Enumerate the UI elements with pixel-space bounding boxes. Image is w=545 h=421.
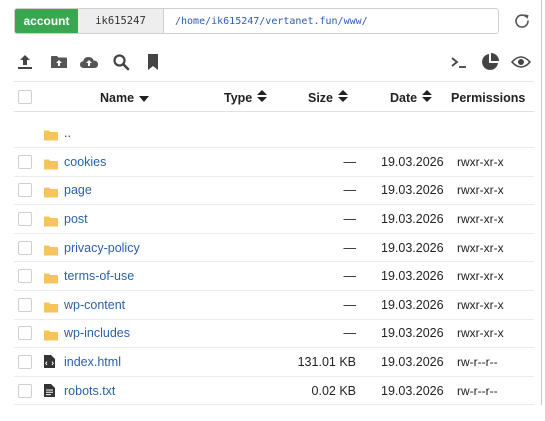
sort-by-size[interactable]: Size [308,82,349,113]
row-checkbox[interactable] [18,183,32,198]
header-permissions-label: Permissions [451,90,526,105]
search-icon[interactable] [111,52,131,72]
table-row[interactable]: post — 19.03.2026 rwxr-xr-x [14,205,534,234]
file-size: — [343,326,357,341]
upload-icon[interactable] [15,52,35,72]
folder-icon [44,271,58,289]
file-name-link[interactable]: terms-of-use [64,269,134,283]
file-permissions: rw-r--r-- [457,354,498,369]
table-header: Name Type Size Date Permissions [14,81,534,112]
header-permissions[interactable]: Permissions [451,82,525,113]
file-name-link[interactable]: page [64,183,92,197]
file-date: 19.03.2026 [381,269,444,284]
file-permissions: rwxr-xr-x [457,240,504,255]
file-size: — [343,211,357,226]
table-row[interactable]: index.html 131.01 KB 19.03.2026 rw-r--r-- [14,348,534,377]
header-name-label: Name [100,90,135,105]
header-date-label: Date [390,90,418,105]
sort-by-type[interactable]: Type [224,82,268,113]
file-name-link[interactable]: robots.txt [64,384,115,398]
table-row[interactable]: page — 19.03.2026 rwxr-xr-x [14,177,534,206]
folder-icon [44,128,58,146]
file-size: — [343,297,357,312]
row-checkbox[interactable] [18,154,32,169]
file-text-icon [44,383,55,402]
file-permissions: rwxr-xr-x [457,183,504,198]
row-checkbox[interactable] [18,269,32,284]
file-name-link[interactable]: cookies [64,155,106,169]
sort-by-name[interactable]: Name [100,82,150,113]
file-size: — [343,183,357,198]
file-date: 19.03.2026 [381,354,444,369]
file-code-icon [44,354,55,373]
file-size: — [343,240,357,255]
account-button[interactable]: account [15,9,78,33]
row-checkbox[interactable] [18,211,32,226]
row-checkbox[interactable] [18,297,32,312]
file-permissions: rw-r--r-- [457,383,498,398]
row-checkbox[interactable] [18,326,32,341]
file-permissions: rwxr-xr-x [457,211,504,226]
eye-icon[interactable] [511,52,531,72]
terminal-icon[interactable] [449,52,469,72]
file-date: 19.03.2026 [381,240,444,255]
panel-edge [541,0,542,405]
file-permissions: rwxr-xr-x [457,326,504,341]
file-date: 19.03.2026 [381,211,444,226]
disk-usage-icon[interactable] [480,52,500,72]
sort-icon [338,90,349,105]
folder-icon [44,214,58,232]
table-row[interactable]: cookies — 19.03.2026 rwxr-xr-x [14,148,534,177]
sort-desc-icon [139,91,150,105]
header-size-label: Size [308,90,334,105]
bookmark-icon[interactable] [143,52,163,72]
select-all-checkbox[interactable] [18,89,32,104]
file-name-link[interactable]: wp-includes [64,326,130,340]
table-row[interactable]: wp-includes — 19.03.2026 rwxr-xr-x [14,320,534,349]
file-permissions: rwxr-xr-x [457,269,504,284]
refresh-icon[interactable] [511,10,533,32]
cloud-upload-icon[interactable] [79,52,99,72]
parent-directory-row[interactable]: .. [14,119,534,148]
file-name-link[interactable]: wp-content [64,298,125,312]
sort-icon [257,90,268,105]
file-date: 19.03.2026 [381,183,444,198]
file-date: 19.03.2026 [381,154,444,169]
folder-icon [44,300,58,318]
sort-by-date[interactable]: Date [390,82,433,113]
file-permissions: rwxr-xr-x [457,154,504,169]
username-label: ik615247 [78,9,164,33]
file-name-link[interactable]: index.html [64,355,121,369]
file-date: 19.03.2026 [381,326,444,341]
table-row[interactable]: wp-content — 19.03.2026 rwxr-xr-x [14,291,534,320]
table-row[interactable]: privacy-policy — 19.03.2026 rwxr-xr-x [14,234,534,263]
file-date: 19.03.2026 [381,297,444,312]
file-permissions: rwxr-xr-x [457,297,504,312]
row-checkbox[interactable] [18,383,32,398]
folder-upload-icon[interactable] [49,52,69,72]
table-row[interactable]: robots.txt 0.02 KB 19.03.2026 rw-r--r-- [14,377,534,406]
row-checkbox[interactable] [18,240,32,255]
sort-icon [422,90,433,105]
folder-icon [44,243,58,261]
row-checkbox[interactable] [18,354,32,369]
file-size: 0.02 KB [311,383,356,398]
file-name-link[interactable]: post [64,212,88,226]
file-name-link[interactable]: privacy-policy [64,241,140,255]
file-size: — [343,269,357,284]
file-date: 19.03.2026 [381,383,444,398]
header-type-label: Type [224,90,253,105]
path-bar: account ik615247 /home/ik615247/vertanet… [14,8,499,34]
folder-icon [44,328,58,346]
table-row[interactable]: terms-of-use — 19.03.2026 rwxr-xr-x [14,262,534,291]
folder-icon [44,157,58,175]
file-size: 131.01 KB [297,354,356,369]
path-input[interactable]: /home/ik615247/vertanet.fun/www/ [164,9,498,33]
folder-icon [44,185,58,203]
parent-directory-label: .. [64,126,71,140]
file-size: — [343,154,357,169]
